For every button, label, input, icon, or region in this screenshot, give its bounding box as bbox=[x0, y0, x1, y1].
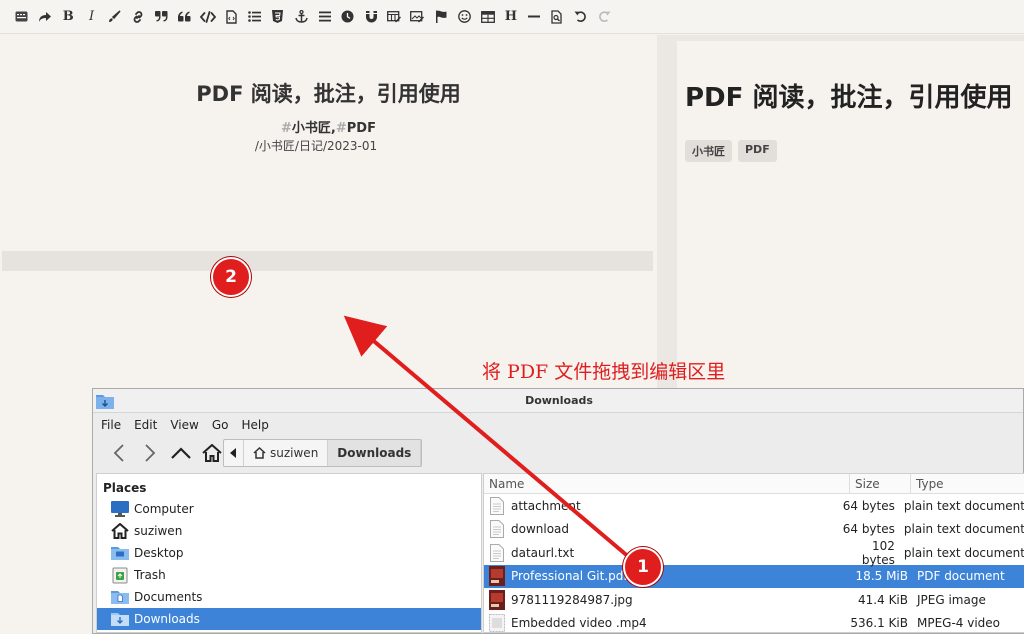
link-icon[interactable] bbox=[126, 6, 149, 28]
place-trash[interactable]: Trash bbox=[97, 564, 481, 586]
file-row[interactable]: Embedded video .mp4 536.1 KiB MPEG-4 vid… bbox=[484, 612, 1024, 632]
menu-view[interactable]: View bbox=[170, 418, 198, 432]
heading-icon[interactable]: H bbox=[499, 6, 522, 28]
file-row[interactable]: dataurl.txt 102 bytes plain text documen… bbox=[484, 539, 1024, 567]
column-name[interactable]: Name bbox=[484, 474, 850, 493]
home-icon bbox=[253, 447, 266, 459]
forward-button[interactable] bbox=[134, 439, 165, 467]
file-list: Name Size Type attachment 64 bytes plain… bbox=[483, 473, 1024, 633]
search-file-icon[interactable] bbox=[546, 6, 569, 28]
file-manager-window: Downloads File Edit View Go Help suziwen… bbox=[92, 388, 1024, 634]
place-computer[interactable]: Computer bbox=[97, 498, 481, 520]
undo-icon[interactable] bbox=[569, 6, 592, 28]
file-row[interactable]: download 64 bytes plain text document bbox=[484, 518, 1024, 542]
image-edit-icon[interactable] bbox=[406, 6, 429, 28]
code-icon[interactable] bbox=[196, 6, 219, 28]
window-titlebar[interactable]: Downloads bbox=[93, 389, 1023, 413]
bold-icon[interactable]: B bbox=[57, 6, 80, 28]
menu-file[interactable]: File bbox=[101, 418, 121, 432]
menu-help[interactable]: Help bbox=[241, 418, 268, 432]
file-row[interactable]: attachment 64 bytes plain text document bbox=[484, 494, 1024, 518]
hr-icon[interactable] bbox=[523, 6, 546, 28]
text-file-icon bbox=[488, 496, 506, 516]
html5-icon[interactable] bbox=[266, 6, 289, 28]
file-row-selected[interactable]: Professional Git.pdf 18.5 MiB PDF docume… bbox=[484, 564, 1024, 588]
align-icon[interactable] bbox=[313, 6, 336, 28]
file-code-icon[interactable] bbox=[220, 6, 243, 28]
place-desktop[interactable]: Desktop bbox=[97, 542, 481, 564]
up-button[interactable] bbox=[165, 439, 196, 467]
redo-share-icon[interactable] bbox=[33, 6, 56, 28]
preview-tag[interactable]: PDF bbox=[738, 140, 777, 162]
menu-edit[interactable]: Edit bbox=[134, 418, 157, 432]
breadcrumb-left-arrow[interactable] bbox=[224, 440, 244, 466]
active-line-highlight bbox=[2, 251, 653, 271]
brush-icon[interactable] bbox=[103, 6, 126, 28]
back-button[interactable] bbox=[103, 439, 134, 467]
menubar: File Edit View Go Help bbox=[93, 413, 1023, 437]
column-size[interactable]: Size bbox=[850, 474, 911, 493]
sidebar-icon[interactable] bbox=[10, 6, 33, 28]
trash-icon bbox=[110, 566, 130, 584]
desktop-folder-icon bbox=[110, 544, 130, 562]
clock-icon[interactable] bbox=[336, 6, 359, 28]
editor-title: PDF 阅读，批注，引用使用 bbox=[196, 82, 461, 106]
jpg-thumbnail-icon bbox=[488, 589, 506, 610]
place-documents[interactable]: Documents bbox=[97, 586, 481, 608]
editor-path: /小书匠/日记/2023-01 bbox=[254, 139, 378, 153]
places-sidebar: Places Computer suziwen Desktop Trash Do… bbox=[96, 473, 482, 633]
magnet-icon[interactable] bbox=[359, 6, 382, 28]
folder-icon bbox=[110, 626, 130, 632]
pdf-thumbnail-icon bbox=[488, 566, 506, 587]
preview-tag[interactable]: 小书匠 bbox=[685, 140, 732, 162]
step-badge-2: 2 bbox=[211, 257, 251, 297]
file-row[interactable]: 9781119284987.jpg 41.4 KiB JPEG image bbox=[484, 588, 1024, 612]
quote-icon[interactable] bbox=[150, 6, 173, 28]
anchor-icon[interactable] bbox=[290, 6, 313, 28]
blockquote-icon[interactable] bbox=[173, 6, 196, 28]
place-more[interactable] bbox=[97, 630, 481, 632]
italic-icon[interactable]: I bbox=[80, 6, 103, 28]
editor-tags: #小书匠,#PDF bbox=[281, 121, 376, 136]
list-icon[interactable] bbox=[243, 6, 266, 28]
place-home[interactable]: suziwen bbox=[97, 520, 481, 542]
menu-go[interactable]: Go bbox=[212, 418, 229, 432]
breadcrumb: suziwen Downloads bbox=[223, 439, 423, 467]
places-header: Places bbox=[103, 481, 147, 495]
text-file-icon bbox=[488, 543, 506, 563]
flag-icon[interactable] bbox=[429, 6, 452, 28]
table-icon[interactable] bbox=[476, 6, 499, 28]
step-badge-1: 1 bbox=[623, 547, 663, 587]
breadcrumb-home[interactable]: suziwen bbox=[244, 440, 329, 466]
redo-icon[interactable] bbox=[592, 6, 615, 28]
instruction-annotation: 将 PDF 文件拖拽到编辑区里 bbox=[482, 361, 726, 383]
documents-folder-icon bbox=[110, 588, 130, 606]
window-title: Downloads bbox=[525, 394, 593, 407]
place-downloads[interactable]: Downloads bbox=[97, 608, 481, 630]
video-file-icon bbox=[488, 613, 506, 632]
text-file-icon bbox=[488, 519, 506, 539]
navigation-bar: suziwen Downloads bbox=[93, 437, 1023, 469]
preview-tags: 小书匠 PDF bbox=[685, 140, 777, 162]
home-icon bbox=[110, 522, 130, 540]
preview-title: PDF 阅读，批注，引用使用 bbox=[685, 83, 1013, 113]
editor-toolbar: B I H bbox=[0, 0, 1024, 34]
table-edit-icon[interactable] bbox=[383, 6, 406, 28]
computer-icon bbox=[110, 500, 130, 518]
emoji-icon[interactable] bbox=[453, 6, 476, 28]
column-type[interactable]: Type bbox=[911, 474, 1024, 493]
file-list-header: Name Size Type bbox=[484, 474, 1024, 494]
breadcrumb-downloads[interactable]: Downloads bbox=[328, 440, 422, 466]
